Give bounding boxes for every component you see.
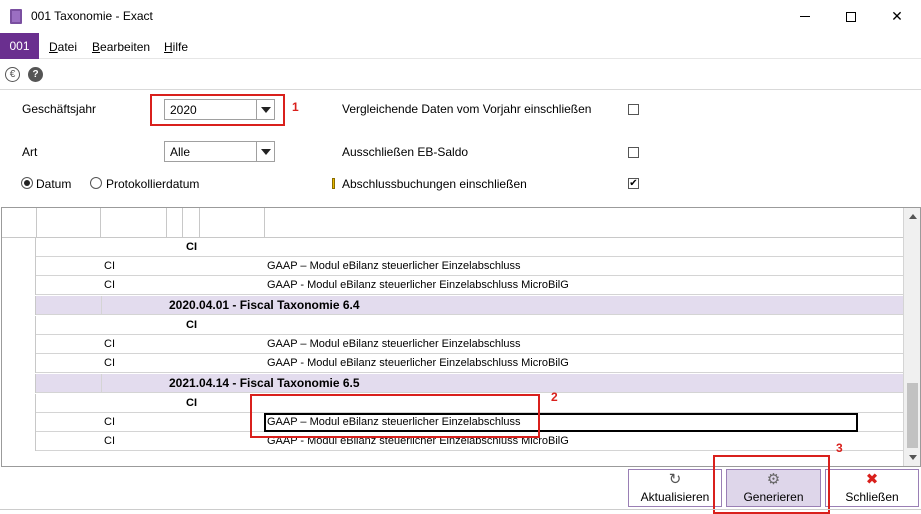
exclude-label: Ausschließen EB-Saldo [342,145,469,159]
group-row[interactable]: 2020.04.01 - Fiscal Taxonomie 6.4 [2,296,903,315]
group-label: 2021.04.14 - Fiscal Taxonomie 6.5 [169,376,360,390]
close-window-button[interactable]: ✕ [874,0,920,33]
sub-ci: CI [186,397,197,409]
row-header[interactable] [2,374,36,393]
item-code: CI [104,357,115,369]
grid-header [2,208,903,238]
menu-bearbeiten[interactable]: Bearbeiten [92,40,150,54]
item-code: CI [104,435,115,447]
scroll-down-icon[interactable] [904,449,920,466]
icon-toolbar: € ? [0,60,921,90]
refresh-icon: ↻ [668,471,682,488]
criteria-form: Geschäftsjahr 2020 1 Vergleichende Daten… [0,90,921,206]
annotation-box-1 [150,94,285,126]
chevron-down-icon[interactable] [256,142,274,161]
item-description: GAAP - Modul eBilanz steuerlicher Einzel… [267,357,569,369]
menu-datei[interactable]: Datei [49,40,77,54]
row-header[interactable] [2,276,36,295]
group-label: 2020.04.01 - Fiscal Taxonomie 6.4 [169,298,360,312]
radio-protokoll-label: Protokollierdatum [106,177,200,191]
header-col-2[interactable] [101,208,167,238]
maximize-icon [846,11,856,22]
header-col-1[interactable] [37,208,101,238]
header-col-5[interactable] [200,208,265,238]
row-header[interactable] [2,316,36,335]
item-description: GAAP - Modul eBilanz steuerlicher Einzel… [267,279,569,291]
closing-label: Abschlussbuchungen einschließen [342,177,527,191]
refresh-button[interactable]: ↻ Aktualisieren [628,469,722,507]
refresh-label: Aktualisieren [640,490,710,504]
item-code: CI [104,260,115,272]
scroll-up-icon[interactable] [904,208,920,225]
table-row[interactable]: CI GAAP - Modul eBilanz steuerlicher Ein… [2,276,903,295]
header-col-4[interactable] [183,208,200,238]
row-header[interactable] [2,354,36,373]
row-header[interactable] [2,238,36,257]
close-label: Schließen [845,490,899,504]
help-icon[interactable]: ? [28,67,43,82]
art-label: Art [22,145,38,159]
group-row[interactable]: 2021.04.14 - Fiscal Taxonomie 6.5 [2,374,903,393]
sub-ci: CI [186,241,197,253]
item-code: CI [104,338,115,350]
annotation-box-3 [713,455,830,514]
close-icon: ✕ [891,8,903,24]
row-header[interactable] [2,394,36,413]
radio-datum[interactable] [21,177,33,189]
annotation-number-3: 3 [836,441,843,455]
table-row[interactable]: CI GAAP – Modul eBilanz steuerlicher Ein… [2,335,903,354]
annotation-number-1: 1 [292,100,299,114]
book-icon [10,9,22,24]
menu-bar: 001 Datei Bearbeiten Hilfe [0,33,921,59]
close-x-icon: ✖ [865,471,879,488]
row-header[interactable] [2,413,36,432]
row-header[interactable] [2,257,36,276]
menu-hilfe[interactable]: Hilfe [164,40,188,54]
item-description: GAAP – Modul eBilanz steuerlicher Einzel… [267,338,521,350]
compare-label: Vergleichende Daten vom Vorjahr einschli… [342,102,592,116]
status-strip [0,509,921,514]
cell-divider [101,374,102,393]
exclude-checkbox[interactable] [628,147,639,158]
compare-checkbox[interactable] [628,104,639,115]
item-code: CI [104,416,115,428]
radio-datum-label: Datum [36,177,72,191]
row-header[interactable] [2,335,36,354]
sub-ci: CI [186,319,197,331]
title-bar: 001 Taxonomie - Exact ✕ [0,0,921,33]
annotation-number-2: 2 [551,390,558,404]
header-col-rowhdr [2,208,37,238]
item-code: CI [104,279,115,291]
table-row[interactable]: CI GAAP – Modul eBilanz steuerlicher Ein… [2,257,903,276]
closing-checkbox[interactable]: ✔ [628,178,639,189]
header-col-3[interactable] [167,208,183,238]
row-header[interactable] [2,432,36,451]
company-badge[interactable]: 001 [0,33,39,59]
row-header[interactable] [2,296,36,315]
table-row[interactable]: CI GAAP - Modul eBilanz steuerlicher Ein… [2,354,903,373]
table-row[interactable]: CI [2,238,903,257]
art-dropdown[interactable]: Alle [164,141,275,162]
art-value: Alle [170,145,191,159]
radio-protokoll[interactable] [90,177,102,189]
year-label: Geschäftsjahr [22,102,97,116]
item-description: GAAP – Modul eBilanz steuerlicher Einzel… [267,260,521,272]
scroll-thumb[interactable] [907,383,918,448]
minimize-button[interactable] [782,0,828,33]
maximize-button[interactable] [828,0,874,33]
table-row[interactable]: CI [2,316,903,335]
checkmark-icon: ✔ [629,178,638,189]
cell-divider [101,296,102,315]
minimize-icon [800,16,810,17]
close-button[interactable]: ✖ Schließen [825,469,919,507]
vertical-scrollbar[interactable] [903,208,920,466]
info-marker-icon [332,178,335,189]
window-title: 001 Taxonomie - Exact [31,9,153,23]
euro-icon[interactable]: € [5,67,20,82]
annotation-box-2 [250,394,540,438]
